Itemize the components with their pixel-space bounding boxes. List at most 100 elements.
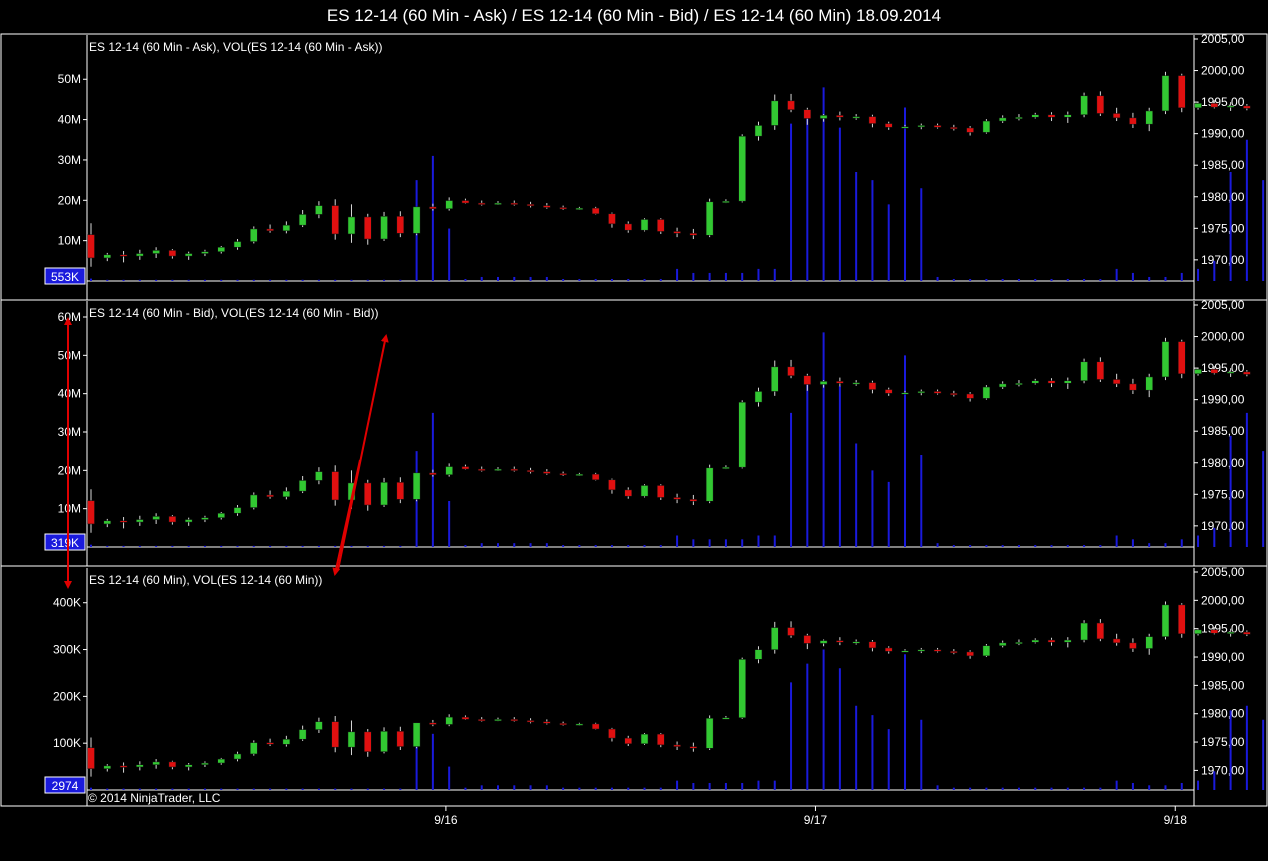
candle-body (917, 125, 926, 128)
candle-body (1031, 380, 1039, 384)
candle-body (1161, 75, 1170, 112)
candle-body (266, 228, 274, 232)
candle-body (575, 207, 584, 210)
candle-body (331, 205, 339, 235)
candle-body (396, 216, 405, 234)
candle-body (103, 520, 112, 525)
candle-body (901, 650, 909, 653)
candle-body (250, 742, 258, 755)
price-tick-label: 1975,00 (1201, 735, 1245, 749)
candle-body (836, 381, 844, 384)
candle-body (591, 723, 600, 730)
candle-body (673, 231, 681, 234)
candle-body (201, 517, 209, 520)
candle-body (1031, 114, 1039, 118)
chart-canvas[interactable]: ES 12-14 (60 Min - Ask), VOL(ES 12-14 (6… (0, 0, 1268, 861)
x-tick-label: 9/17 (804, 813, 828, 827)
candle-body (543, 205, 551, 208)
candle-body (1210, 629, 1219, 634)
price-tick-label: 2000,00 (1201, 593, 1245, 607)
candle-body (1112, 638, 1121, 644)
candle-body (233, 241, 242, 248)
candle-body (705, 201, 714, 236)
candle-body (754, 649, 763, 660)
candle-body (884, 647, 893, 652)
candle-body (1161, 341, 1170, 378)
candle-body (201, 762, 209, 765)
candle-body (103, 254, 112, 259)
candle-body (836, 115, 844, 118)
candle-body (950, 127, 958, 130)
candle-body (1096, 622, 1105, 640)
candle-body (738, 401, 746, 468)
volume-tick-label: 40M (58, 113, 81, 127)
price-tick-label: 1990,00 (1201, 650, 1245, 664)
last-volume-label: 2974 (52, 779, 79, 793)
candle-body (998, 383, 1007, 388)
candle-body (836, 640, 844, 643)
copyright-text: © 2014 NinjaTrader, LLC (88, 791, 221, 805)
candle-body (429, 722, 437, 725)
candle-body (429, 472, 437, 475)
price-tick-label: 1980,00 (1201, 707, 1245, 721)
candle-body (217, 246, 225, 252)
volume-tick-label: 200K (53, 689, 81, 703)
candle-body (152, 250, 160, 254)
candle-body (624, 223, 632, 231)
candle-body (1226, 105, 1235, 108)
candle-body (722, 717, 730, 720)
candle-body (412, 472, 421, 500)
candle-body (152, 761, 160, 765)
x-tick-label: 9/18 (1164, 813, 1188, 827)
candle-body (689, 499, 698, 502)
candle-body (1194, 103, 1202, 109)
last-volume-label: 553K (51, 270, 79, 284)
candle-body (689, 746, 698, 749)
candle-body (152, 516, 160, 520)
candle-body (982, 645, 991, 657)
candle-body (136, 764, 144, 768)
candle-body (412, 206, 421, 234)
candle-body (250, 228, 258, 242)
candle-body (1210, 369, 1219, 374)
candle-body (1161, 604, 1170, 637)
candle-body (640, 733, 649, 745)
candle-body (884, 389, 893, 394)
price-tick-label: 1990,00 (1201, 127, 1245, 141)
candle-body (380, 482, 388, 506)
candle-body (1015, 382, 1023, 385)
candle-body (168, 516, 177, 523)
candle-body (1226, 631, 1235, 634)
price-tick-label: 2005,00 (1201, 298, 1245, 312)
candle-body (184, 764, 193, 768)
candle-body (282, 490, 291, 498)
candle-body (998, 642, 1007, 646)
price-tick-label: 1970,00 (1201, 253, 1245, 267)
candle-body (184, 519, 193, 523)
candle-body (933, 125, 942, 128)
volume-tick-label: 20M (58, 193, 81, 207)
candle-body (754, 125, 763, 137)
candle-body (282, 738, 291, 745)
candle-body (136, 253, 144, 257)
candle-body (396, 482, 405, 500)
candle-body (950, 393, 958, 396)
candle-body (298, 214, 307, 226)
candle-body (445, 466, 453, 475)
candle-body (494, 202, 502, 205)
candle-body (673, 497, 681, 500)
candle-body (526, 204, 535, 207)
candle-body (201, 251, 209, 254)
candle-body (689, 233, 698, 236)
candle-body (852, 641, 860, 644)
volume-tick-label: 10M (58, 502, 81, 516)
candle-body (1178, 75, 1186, 109)
candle-body (217, 758, 225, 764)
candle-body (1145, 376, 1153, 391)
candle-body (624, 737, 632, 745)
candle-body (738, 135, 746, 202)
volume-tick-label: 40M (58, 387, 81, 401)
candle-body (803, 375, 812, 385)
candle-body (1080, 361, 1088, 381)
candle-body (477, 719, 486, 722)
